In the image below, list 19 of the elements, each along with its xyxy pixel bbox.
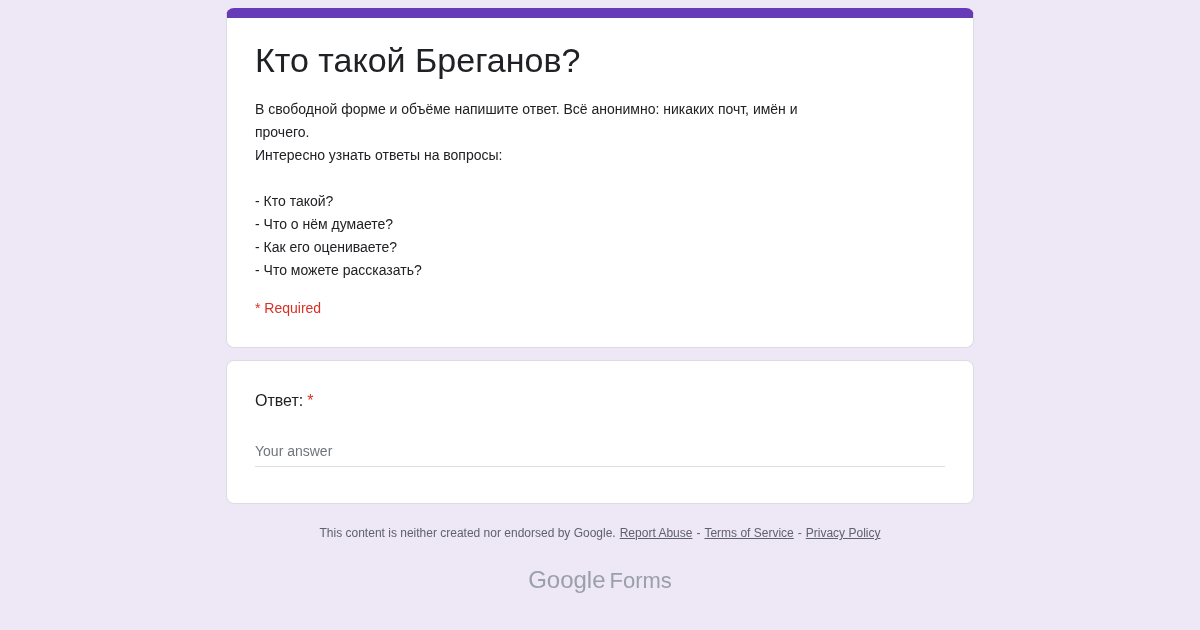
question-label: Ответ: <box>255 391 304 411</box>
logo-brand-text: Google <box>528 565 606 595</box>
answer-input-field[interactable]: Your answer <box>255 441 945 467</box>
form-title: Кто такой Бреганов? <box>255 40 582 81</box>
question-list-item: - Что о нём думаете? <box>255 215 395 234</box>
separator-text: - <box>696 525 701 542</box>
footer-link[interactable]: Report Abuse <box>619 524 693 542</box>
required-note: * Required <box>255 299 322 318</box>
footer-link[interactable]: Terms of Service <box>704 524 794 542</box>
logo-product-text: Forms <box>609 567 672 595</box>
disclaimer-text: This content is neither created nor endorsed by Google. <box>319 525 616 542</box>
required-asterisk: * <box>307 391 314 411</box>
footer-link[interactable]: Privacy Policy <box>805 524 881 542</box>
question-list-item: - Что можете рассказать? <box>255 261 423 280</box>
separator-text: - <box>797 525 802 542</box>
question-list-item: - Как его оцениваете? <box>255 238 398 257</box>
description-text: Интересно узнать ответы на вопросы: <box>255 146 504 165</box>
description-text: В свободной форме и объёме напишите ответ. Всё анонимно: никаких почт, имён и прочего. <box>255 100 799 142</box>
question-list-item: - Кто такой? <box>255 192 335 211</box>
